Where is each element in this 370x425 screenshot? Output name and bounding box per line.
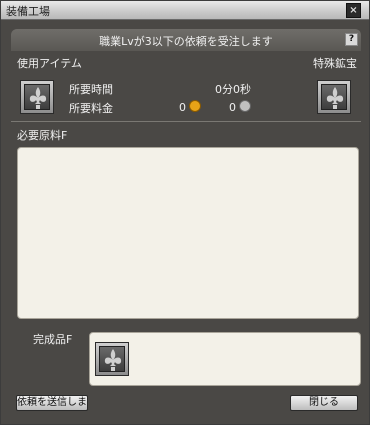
silver-coin-icon — [239, 100, 251, 112]
time-value: 0分0秒 — [215, 83, 251, 96]
title-bar[interactable]: 装備工場 × — [1, 1, 369, 20]
special-gem-slot[interactable] — [317, 80, 351, 114]
materials-label: 必要原料F — [17, 129, 68, 142]
time-label: 所要時間 — [69, 83, 113, 96]
help-icon[interactable]: ? — [345, 33, 358, 46]
silver-amount: 0 — [229, 100, 251, 114]
silver-value: 0 — [229, 101, 236, 114]
fleur-de-lis-icon — [29, 87, 47, 109]
notice-text: 職業Lvが3以下の依頼を受注します — [99, 35, 273, 48]
fleur-de-lis-icon — [104, 349, 122, 371]
gold-amount: 0 — [179, 100, 201, 114]
use-item-slot[interactable] — [20, 80, 54, 114]
gold-value: 0 — [179, 101, 186, 114]
divider — [11, 121, 361, 122]
use-item-label: 使用アイテム — [17, 57, 82, 70]
close-icon[interactable]: × — [346, 3, 361, 18]
close-button[interactable]: 閉じる — [290, 395, 358, 411]
special-gem-label: 特殊鉱宝 — [313, 57, 357, 70]
product-panel — [89, 332, 361, 386]
window-title: 装備工場 — [6, 5, 50, 18]
notice-band: 職業Lvが3以下の依頼を受注します ? — [11, 29, 361, 51]
gold-coin-icon — [189, 100, 201, 112]
materials-panel — [17, 147, 359, 319]
submit-request-button[interactable]: 依頼を送信しま — [16, 395, 88, 411]
fee-label: 所要料金 — [69, 102, 113, 115]
equipment-factory-window: 装備工場 × 職業Lvが3以下の依頼を受注します ? 使用アイテム 特殊鉱宝 所… — [0, 0, 370, 425]
product-label: 完成品F — [33, 333, 73, 346]
fleur-de-lis-icon — [326, 87, 344, 109]
product-slot[interactable] — [95, 342, 129, 376]
